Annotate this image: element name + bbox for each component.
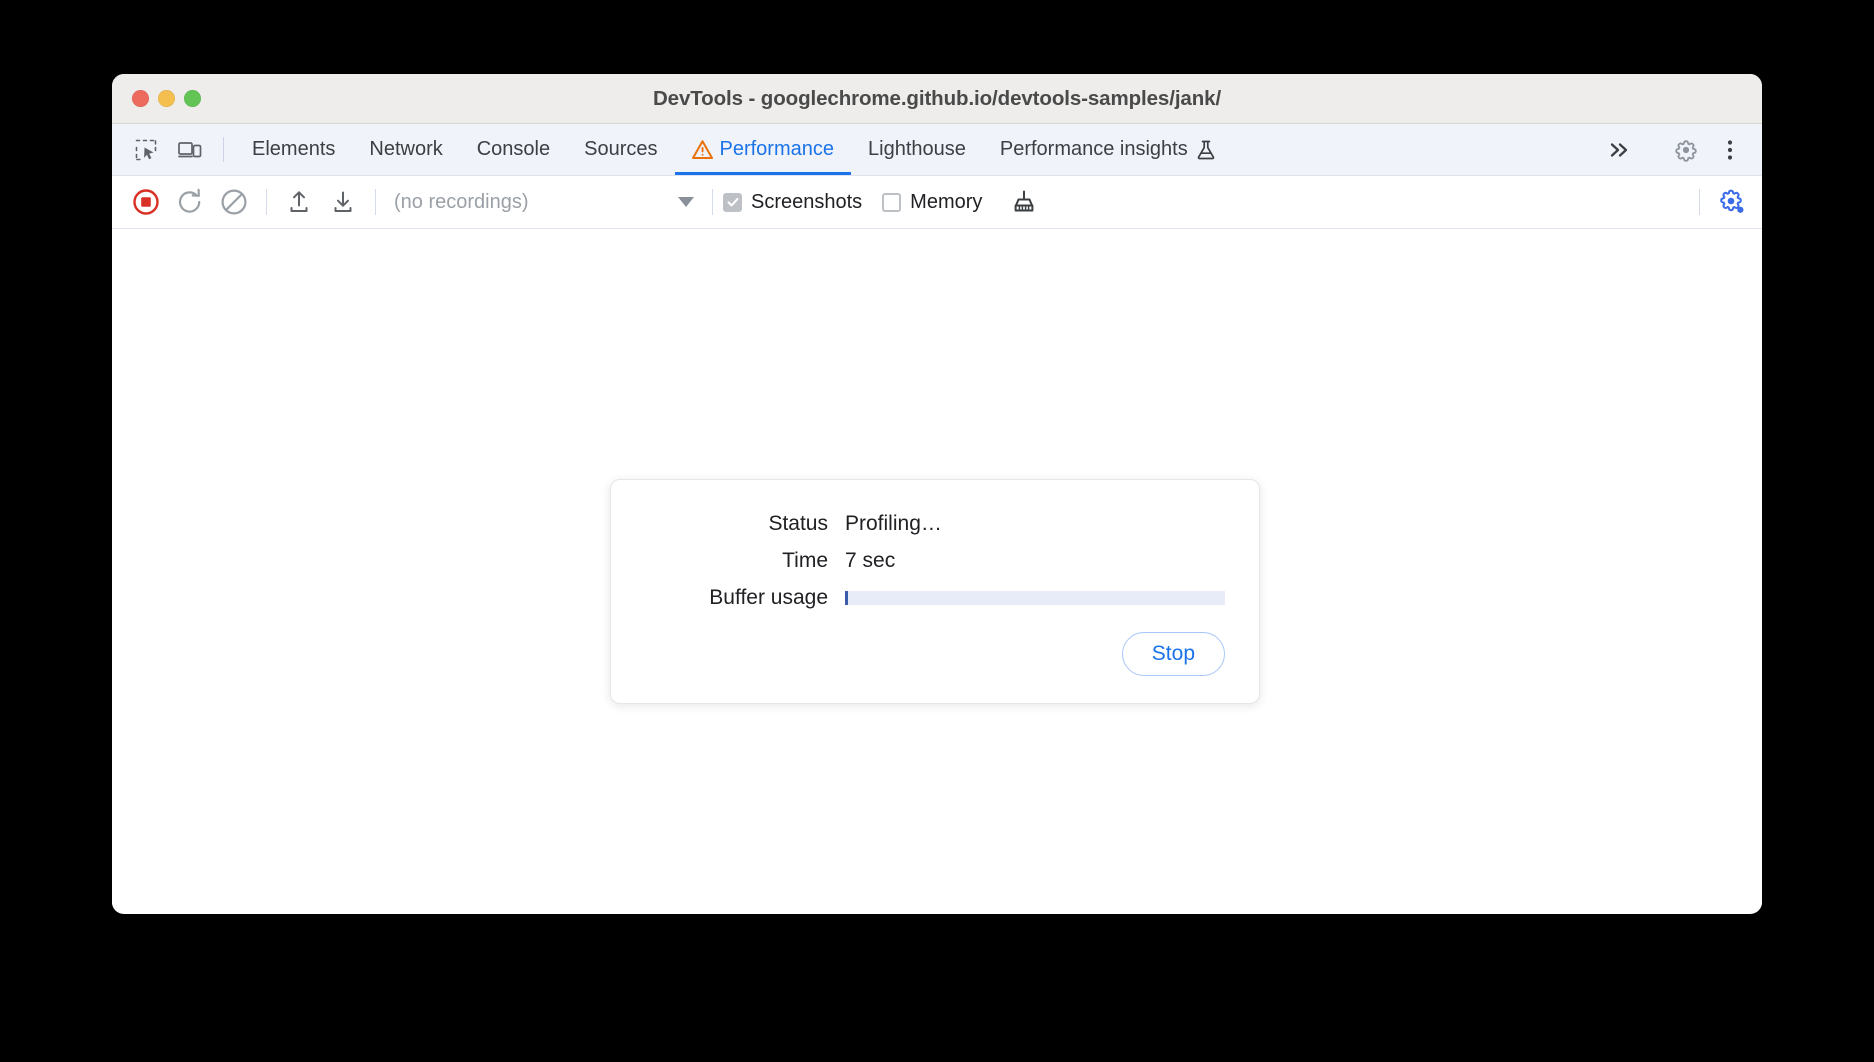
chevron-down-icon — [678, 197, 694, 207]
reload-and-record-icon — [176, 188, 204, 216]
inspect-element-button[interactable] — [124, 124, 168, 175]
experiment-flask-icon — [1195, 139, 1217, 161]
more-tabs-button[interactable] — [1597, 139, 1641, 161]
capture-settings-button[interactable] — [1710, 180, 1754, 224]
screenshots-checkbox[interactable]: Screenshots — [723, 191, 862, 214]
upload-icon — [285, 188, 313, 216]
tab-label: Console — [476, 138, 551, 160]
more-vertical-icon — [1726, 137, 1734, 163]
warning-triangle-icon — [691, 139, 713, 160]
tab-label: Performance insights — [999, 138, 1188, 160]
capture-settings-gear-icon — [1717, 187, 1747, 217]
tabbar-spacer — [1234, 124, 1597, 175]
download-icon — [329, 188, 357, 216]
device-toolbar-icon — [177, 138, 203, 162]
buffer-usage-progress-fill — [845, 591, 848, 605]
time-value: 7 sec — [845, 549, 896, 572]
save-profile-button[interactable] — [321, 180, 365, 224]
memory-checkbox[interactable]: Memory — [882, 191, 982, 214]
toolbar-divider-4 — [1699, 189, 1700, 215]
time-row: Time 7 sec — [645, 549, 1225, 573]
load-profile-button[interactable] — [277, 180, 321, 224]
tab-label: Performance — [719, 138, 835, 160]
tab-performance-insights[interactable]: Performance insights — [983, 124, 1234, 175]
record-stop-icon — [132, 188, 160, 216]
traffic-lights — [132, 74, 201, 123]
devtools-settings-button[interactable] — [1664, 137, 1708, 163]
inspect-element-icon — [134, 138, 158, 162]
tab-performance[interactable]: Performance — [674, 124, 852, 175]
time-label: Time — [782, 549, 828, 572]
gear-icon — [1673, 137, 1699, 163]
stop-button[interactable]: Stop — [1121, 632, 1225, 676]
tab-console[interactable]: Console — [460, 124, 567, 175]
tab-sources[interactable]: Sources — [567, 124, 674, 175]
close-window-button[interactable] — [132, 90, 149, 107]
tab-label: Elements — [252, 138, 336, 160]
recordings-dropdown-value: (no recordings) — [394, 190, 529, 213]
performance-toolbar: (no recordings) Screenshots Memory — [112, 176, 1762, 229]
tab-lighthouse[interactable]: Lighthouse — [851, 124, 983, 175]
screenshots-label: Screenshots — [751, 190, 863, 213]
dialog-actions: Stop — [645, 632, 1225, 676]
tab-elements[interactable]: Elements — [235, 124, 352, 175]
tabbar-actions — [1597, 124, 1762, 175]
maximize-window-button[interactable] — [184, 90, 201, 107]
minimize-window-button[interactable] — [158, 90, 175, 107]
title-bar: DevTools - googlechrome.github.io/devtoo… — [112, 74, 1762, 124]
record-button[interactable] — [124, 180, 168, 224]
buffer-usage-row: Buffer usage — [645, 586, 1225, 610]
toolbar-divider-3 — [712, 189, 713, 215]
device-toolbar-button[interactable] — [168, 124, 212, 175]
checkbox-box — [723, 192, 742, 212]
status-row: Status Profiling… — [645, 512, 1225, 536]
status-label: Status — [768, 512, 828, 535]
tab-label: Network — [369, 138, 443, 160]
reload-and-record-button[interactable] — [168, 180, 212, 224]
buffer-usage-progress — [845, 591, 1225, 605]
toolbar-divider-1 — [266, 189, 267, 215]
clear-recording-icon — [220, 188, 248, 216]
devtools-window: DevTools - googlechrome.github.io/devtoo… — [112, 74, 1762, 914]
devtools-main-menu-button[interactable] — [1708, 137, 1752, 163]
tab-label: Sources — [584, 138, 658, 160]
recording-status-dialog: Status Profiling… Time 7 sec Buffer usag… — [610, 479, 1260, 704]
tabbar-divider — [223, 137, 224, 162]
checkbox-box — [882, 192, 902, 212]
status-value: Profiling… — [845, 512, 942, 535]
chevron-double-right-icon — [1606, 139, 1632, 161]
tab-network[interactable]: Network — [352, 124, 459, 175]
toolbar-divider-2 — [375, 189, 376, 215]
clear-recording-button[interactable] — [212, 180, 256, 224]
recordings-dropdown[interactable]: (no recordings) — [386, 191, 702, 214]
performance-panel: Status Profiling… Time 7 sec Buffer usag… — [112, 229, 1762, 912]
tab-label: Lighthouse — [868, 138, 966, 160]
window-title: DevTools - googlechrome.github.io/devtoo… — [652, 86, 1222, 110]
memory-label: Memory — [910, 190, 983, 213]
collect-garbage-button[interactable] — [1002, 180, 1046, 224]
buffer-usage-label: Buffer usage — [709, 586, 828, 609]
devtools-tab-bar: Elements Network Console Sources Perform… — [112, 124, 1762, 176]
broom-collect-garbage-icon — [1010, 188, 1038, 216]
